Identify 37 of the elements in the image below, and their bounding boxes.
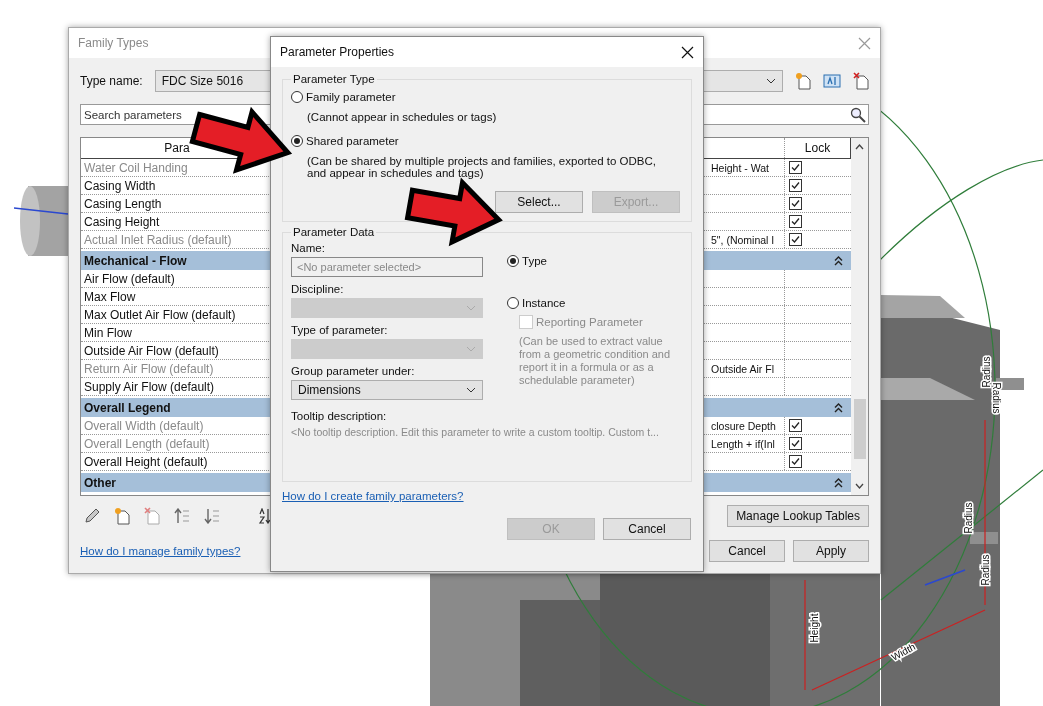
parameter-name: Min Flow bbox=[83, 325, 133, 340]
field-label: Tooltip description: bbox=[291, 410, 388, 422]
dimension-label: Height bbox=[809, 613, 820, 643]
field-label: Name: bbox=[291, 242, 326, 254]
formula-cell: closure Depth bbox=[711, 419, 776, 432]
dialog-title: Parameter Properties bbox=[280, 45, 396, 59]
parameter-name: Overall Height (default) bbox=[83, 454, 209, 469]
type-name-label: Type name: bbox=[80, 74, 143, 88]
checkbox-description: (Can be used to extract value from a geometric condition and report it in a formula or as a schedulable parameter) bbox=[519, 335, 672, 387]
dimension-label: Radius bbox=[980, 554, 991, 586]
parameter-name: Air Flow (default) bbox=[83, 271, 176, 286]
formula-cell: Height - Wat bbox=[711, 161, 769, 174]
field-label: Type of parameter: bbox=[291, 324, 389, 336]
parameter-name: Max Outlet Air Flow (default) bbox=[83, 307, 237, 322]
parameter-name: Overall Length (default) bbox=[83, 436, 211, 451]
parameter-name: Outside Air Flow (default) bbox=[83, 343, 220, 358]
parameter-name: Overall Width (default) bbox=[83, 418, 205, 433]
window-title: Family Types bbox=[78, 36, 150, 50]
parameter-name: Casing Length bbox=[83, 196, 163, 211]
group-title: Parameter Data bbox=[292, 226, 376, 238]
parameter-name: Return Air Flow (default) bbox=[83, 361, 215, 376]
field-label: Discipline: bbox=[291, 283, 345, 295]
dimension-label: Radius bbox=[991, 382, 1002, 414]
parameter-name: Casing Width bbox=[83, 178, 157, 193]
formula-cell: Length + if(Inl bbox=[711, 437, 775, 450]
dimension-label: Width bbox=[889, 641, 918, 663]
option-description: (Cannot appear in schedules or tags) bbox=[306, 111, 498, 123]
parameter-name: Supply Air Flow (default) bbox=[83, 379, 216, 394]
parameter-name: Max Flow bbox=[83, 289, 137, 304]
option-description: (Can be shared by multiple projects and families, exported to ODBC, and appear in schedules and tags) bbox=[306, 155, 657, 179]
field-label: Group parameter under: bbox=[291, 365, 416, 377]
group-title: Parameter Type bbox=[292, 73, 376, 85]
formula-cell: 5", (Nominal I bbox=[711, 233, 775, 246]
parameter-name: Casing Height bbox=[83, 214, 161, 229]
formula-cell: Outside Air Fl bbox=[711, 362, 775, 375]
parameter-name: Water Coil Handing bbox=[83, 160, 189, 175]
parameter-name: Actual Inlet Radius (default) bbox=[83, 232, 233, 247]
